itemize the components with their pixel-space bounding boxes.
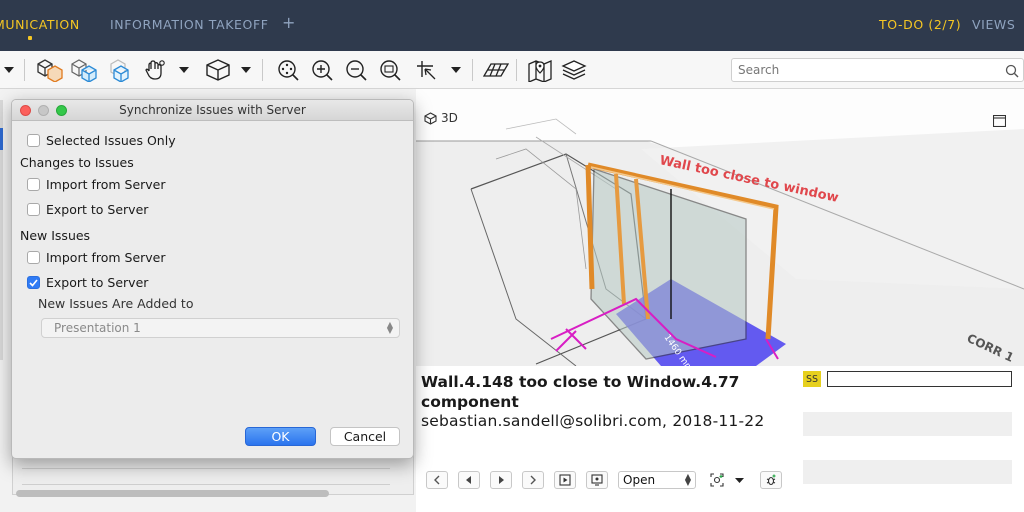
zoom-out-icon[interactable]: [344, 57, 368, 83]
issue-author-date: sebastian.sandell@solibri.com, 2018-11-2…: [421, 412, 765, 430]
cube-icon: [424, 111, 437, 125]
list-item: [803, 460, 1012, 484]
comment-input[interactable]: [827, 371, 1012, 387]
list-item: [803, 388, 1012, 412]
list-item: [803, 412, 1012, 436]
checkbox-box[interactable]: [27, 203, 40, 216]
todo-button[interactable]: TO-DO (2/7): [879, 17, 961, 32]
responsibility-list: SS: [803, 370, 1012, 484]
issue-title: Wall.4.148 too close to Window.4.77 comp…: [421, 373, 740, 411]
left-edge-strip: [0, 100, 3, 360]
chevron-updown-icon: ▲ ▼: [684, 472, 691, 487]
zoom-window-icon[interactable]: [378, 57, 402, 83]
bug-add-icon[interactable]: [760, 471, 782, 489]
status-value: Open: [623, 473, 656, 487]
selected-issues-only-checkbox[interactable]: Selected Issues Only: [27, 133, 176, 148]
chevron-updown-icon: ▲ ▼: [386, 320, 393, 335]
search-box[interactable]: [731, 58, 1024, 82]
changes-import-checkbox[interactable]: Import from Server: [27, 177, 166, 192]
cube-outline-icon[interactable]: [104, 57, 132, 83]
new-issues-heading: New Issues: [20, 228, 91, 243]
chevron-right-icon[interactable]: [522, 471, 544, 489]
app-window: MUNICATION INFORMATION TAKEOFF + TO-DO (…: [0, 0, 1024, 512]
tab-communication[interactable]: MUNICATION: [0, 17, 80, 32]
maximize-view-icon[interactable]: [992, 112, 1007, 131]
triangle-left-icon[interactable]: [458, 471, 480, 489]
toolbar-divider: [24, 59, 25, 81]
synchronize-dialog: Synchronize Issues with Server Selected …: [11, 99, 414, 459]
search-icon[interactable]: [1005, 63, 1019, 82]
issue-navigation-bar: Open ▲ ▼: [426, 470, 792, 490]
chevron-left-icon[interactable]: [426, 471, 448, 489]
select-cursor-icon[interactable]: [414, 57, 438, 83]
checkbox-box[interactable]: [27, 251, 40, 264]
dropdown-arrow-icon[interactable]: [239, 57, 253, 83]
toolbar-divider: [516, 59, 517, 81]
selection-marker: [0, 128, 3, 150]
changes-to-issues-heading: Changes to Issues: [20, 155, 134, 170]
checkbox-label: Import from Server: [46, 177, 166, 192]
triangle-right-icon[interactable]: [490, 471, 512, 489]
dropdown-arrow-icon[interactable]: [732, 471, 746, 489]
checkbox-label: Export to Server: [46, 275, 149, 290]
add-viewpoint-icon[interactable]: [708, 471, 726, 489]
toolbar-divider: [262, 59, 263, 81]
issue-details-panel: Wall.4.148 too close to Window.4.77 comp…: [416, 366, 1024, 512]
3d-view[interactable]: 1460 mm Wall too close to window CORR 1 …: [416, 89, 1024, 366]
checkbox-label: Export to Server: [46, 202, 149, 217]
table-divider: [22, 484, 390, 485]
checkbox-checked[interactable]: [27, 276, 40, 289]
issues-table-area: [12, 455, 414, 495]
grid-plane-icon[interactable]: [482, 57, 510, 83]
dialog-title: Synchronize Issues with Server: [119, 103, 306, 117]
checkbox-box[interactable]: [27, 134, 40, 147]
active-tab-indicator: [28, 36, 32, 40]
zoom-fit-icon[interactable]: [276, 57, 300, 83]
horizontal-scrollbar[interactable]: [16, 490, 329, 497]
list-item: [803, 436, 1012, 460]
added-to-label: New Issues Are Added to: [38, 296, 194, 311]
transparent-cubes-icon[interactable]: [68, 57, 100, 83]
play-slide-icon[interactable]: [554, 471, 576, 489]
dialog-titlebar[interactable]: Synchronize Issues with Server: [12, 100, 413, 121]
user-badge: SS: [803, 371, 821, 387]
dropdown-arrow-icon[interactable]: [2, 57, 16, 83]
tab-information-takeoff[interactable]: INFORMATION TAKEOFF: [110, 17, 269, 32]
search-input[interactable]: [732, 59, 992, 81]
checkmark-icon: [29, 278, 38, 287]
presentation-icon[interactable]: [586, 471, 608, 489]
3d-model-canvas[interactable]: 1460 mm Wall too close to window CORR 1: [416, 89, 1024, 366]
toolbar-divider: [472, 59, 473, 81]
table-divider: [22, 468, 390, 469]
dropdown-arrow-icon[interactable]: [177, 57, 191, 83]
toolbar: [0, 51, 1024, 89]
checkbox-box[interactable]: [27, 178, 40, 191]
checkbox-label: Selected Issues Only: [46, 133, 176, 148]
presentation-select-value: Presentation 1: [54, 321, 141, 335]
new-import-checkbox[interactable]: Import from Server: [27, 250, 166, 265]
presentation-select: Presentation 1 ▲ ▼: [41, 318, 400, 338]
map-pin-icon[interactable]: [526, 57, 554, 83]
status-select[interactable]: Open ▲ ▼: [618, 471, 696, 489]
dropdown-arrow-icon[interactable]: [449, 57, 463, 83]
add-tab-icon[interactable]: +: [282, 13, 296, 32]
ok-button[interactable]: OK: [245, 427, 316, 446]
new-export-checkbox[interactable]: Export to Server: [27, 275, 148, 290]
box-icon[interactable]: [204, 57, 232, 83]
changes-export-checkbox[interactable]: Export to Server: [27, 202, 148, 217]
hand-grab-icon[interactable]: [143, 57, 167, 83]
layers-icon[interactable]: [560, 57, 588, 83]
view-title: 3D: [424, 111, 458, 125]
cancel-button[interactable]: Cancel: [330, 427, 400, 446]
top-navigation-bar: MUNICATION INFORMATION TAKEOFF + TO-DO (…: [0, 0, 1024, 51]
view-title-label: 3D: [441, 111, 458, 125]
color-by-cubes-icon[interactable]: [34, 57, 66, 83]
views-button[interactable]: VIEWS: [972, 17, 1015, 32]
zoom-in-icon[interactable]: [310, 57, 334, 83]
checkbox-label: Import from Server: [46, 250, 166, 265]
